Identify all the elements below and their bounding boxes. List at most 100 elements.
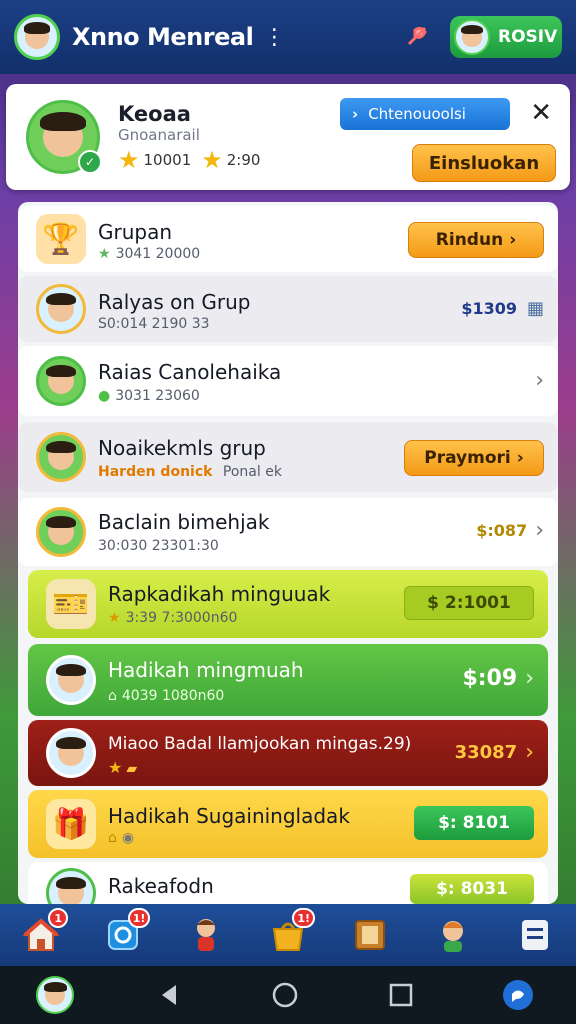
system-navigation-bar — [0, 966, 576, 1024]
list-item-actions: Rindun › — [408, 222, 544, 258]
list-item-title: Hadikah mingmuah — [108, 658, 304, 682]
profile-name: Keoaa — [118, 102, 191, 126]
list-item-title: Raias Canolehaika — [98, 360, 282, 384]
list-item-subtitle-wrap: ★ 3041 20000 — [98, 246, 200, 262]
friend-icon[interactable] — [430, 912, 476, 958]
list-item-subtitle: 3041 20000 — [115, 246, 201, 262]
chevron-right-icon: › — [516, 448, 524, 468]
secondary-action-label: Einsluokan — [428, 152, 540, 174]
notification-badge: 1 — [48, 908, 69, 928]
back-icon[interactable] — [147, 973, 191, 1017]
list-item-subtitle: 4039 1080n60 — [121, 688, 225, 704]
list-item[interactable]: Rakeafodn $: 8031 — [28, 862, 548, 904]
profile-stat-2: 2:90 — [226, 151, 261, 169]
notification-badge: 1! — [292, 908, 315, 928]
list-item-avatar — [36, 284, 86, 334]
list-item-price: $:09 — [462, 666, 518, 691]
list-item-title: Hadikah Sugainingladak — [108, 804, 350, 828]
list-item[interactable]: Miaoo Badal llamjookan mingas.29) ★ ▰ 330… — [28, 720, 548, 786]
chevron-right-icon: › — [509, 230, 517, 250]
coin-icon: ◉ — [121, 830, 135, 846]
star-icon: ★ — [98, 246, 111, 262]
trophy-icon: 🏆 — [36, 214, 86, 264]
list-item-actions: $:09 › — [462, 666, 534, 691]
shop-bag-icon[interactable]: 1! — [265, 908, 315, 958]
list-item-actions: $:087 › — [476, 518, 544, 543]
list-item[interactable]: Hadikah mingmuah ⌂ 4039 1080n60 $:09 › — [28, 644, 548, 716]
list-item-subtitle: 3:39 7:3000n60 — [125, 610, 238, 626]
gift-box-icon: 🎁 — [46, 799, 96, 849]
home-icon[interactable]: 1 — [18, 908, 69, 958]
menu-icon[interactable] — [512, 912, 558, 958]
list-item-price: $1309 — [461, 299, 517, 318]
gift-icon[interactable] — [400, 19, 436, 55]
recents-icon[interactable] — [379, 973, 423, 1017]
secondary-action-button[interactable]: Einsluokan — [412, 144, 556, 182]
user-profile-button[interactable]: ROSIV — [450, 16, 562, 58]
user-avatar[interactable] — [14, 14, 60, 60]
list-item[interactable]: 🏆 Grupan ★ 3041 20000 Rindun › — [18, 206, 558, 272]
list-item[interactable]: Noaikekmls grup Harden donick Ponal ek P… — [18, 422, 558, 492]
list-item-avatar — [36, 507, 86, 557]
verified-badge-icon: ✓ — [78, 150, 102, 174]
home-icon: ⌂ — [108, 830, 117, 846]
group-list: 🏆 Grupan ★ 3041 20000 Rindun › Ralyas on G… — [18, 202, 558, 904]
list-item-actions: 33087 › — [455, 740, 534, 765]
shield-icon[interactable]: 1! — [100, 908, 151, 958]
list-item-action-label: Praymori — [424, 448, 511, 468]
chevron-right-icon[interactable]: › — [525, 666, 534, 691]
list-item-title: Rapkadikah minguuak — [108, 582, 331, 606]
chart-icon[interactable]: ▦ — [527, 298, 544, 319]
profile-stat-1: 10001 — [143, 151, 192, 169]
list-item[interactable]: 🎁 Hadikah Sugainingladak ⌂ ◉ $: 8101 — [28, 790, 548, 858]
home-button-icon[interactable] — [263, 973, 307, 1017]
chevron-right-icon[interactable]: › — [535, 518, 544, 543]
star-icon: ★ — [108, 758, 123, 777]
list-item-subtitle-wrap: ★ 3:39 7:3000n60 — [108, 610, 237, 626]
list-item-avatar — [46, 728, 96, 778]
list-item-rating: ★ ▰ — [108, 758, 137, 777]
system-avatar[interactable] — [36, 976, 75, 1014]
user-button-label: ROSIV — [498, 27, 558, 47]
list-item-subtitle: Harden donick — [98, 464, 213, 480]
list-item-avatar — [36, 356, 86, 406]
list-item-action-button[interactable]: $: 8101 — [414, 806, 534, 840]
list-item-action-button[interactable]: $: 8031 — [410, 874, 534, 904]
list-item-subtitle: 3031 23060 — [115, 388, 200, 404]
character-icon[interactable] — [183, 912, 229, 958]
list-item-action-button[interactable]: $ 2:1001 — [404, 586, 534, 620]
list-item-action-button[interactable]: Praymori › — [404, 440, 544, 476]
book-icon[interactable] — [347, 912, 393, 958]
list-item-price: $:087 — [476, 521, 528, 540]
list-item-subtitle: 30:030 23301:30 — [98, 538, 219, 554]
list-item[interactable]: Raias Canolehaika ● 3031 23060 › — [18, 346, 558, 416]
list-item-actions: › — [527, 368, 544, 393]
chat-bubble-icon[interactable] — [496, 973, 540, 1017]
list-item-subtitle-wrap: ⌂ 4039 1080n60 — [108, 688, 224, 704]
app-title: Xnno Menreal — [72, 23, 254, 51]
list-item-avatar — [36, 432, 86, 482]
list-item-subtitle: S0:014 2190 33 — [98, 316, 210, 332]
chevron-right-icon[interactable]: › — [535, 368, 544, 393]
star-icon: ★ — [118, 146, 140, 174]
gift-box-icon: ▰ — [126, 761, 138, 777]
profile-subtitle: Gnoanarail — [118, 126, 200, 144]
list-item-title: Ralyas on Grup — [98, 290, 251, 314]
primary-action-button[interactable]: › Chtenouoolsi — [340, 98, 510, 130]
home-icon: ⌂ — [108, 688, 117, 704]
list-item[interactable]: Baclain bimehjak 30:030 23301:30 $:087 › — [18, 498, 558, 566]
list-item-actions: $1309 ▦ — [461, 298, 544, 319]
list-item-actions: $ 2:1001 — [404, 586, 534, 620]
list-item-actions: $: 8101 — [414, 806, 534, 840]
list-item-badges: ⌂ ◉ — [108, 830, 134, 846]
chevron-right-icon[interactable]: › — [525, 740, 534, 765]
close-icon[interactable]: ✕ — [530, 98, 552, 128]
list-item[interactable]: Ralyas on Grup S0:014 2190 33 $1309 ▦ — [18, 276, 558, 342]
list-item-avatar — [46, 655, 96, 705]
list-item[interactable]: 🎫 Rapkadikah minguuak ★ 3:39 7:3000n60 $ … — [28, 570, 548, 638]
more-menu-icon[interactable]: ⋮ — [263, 25, 285, 50]
list-item-title: Rakeafodn — [108, 874, 214, 898]
notification-badge: 1! — [127, 908, 151, 928]
list-item-action-button[interactable]: Rindun › — [408, 222, 544, 258]
list-item-action-label: Rindun — [435, 230, 504, 250]
